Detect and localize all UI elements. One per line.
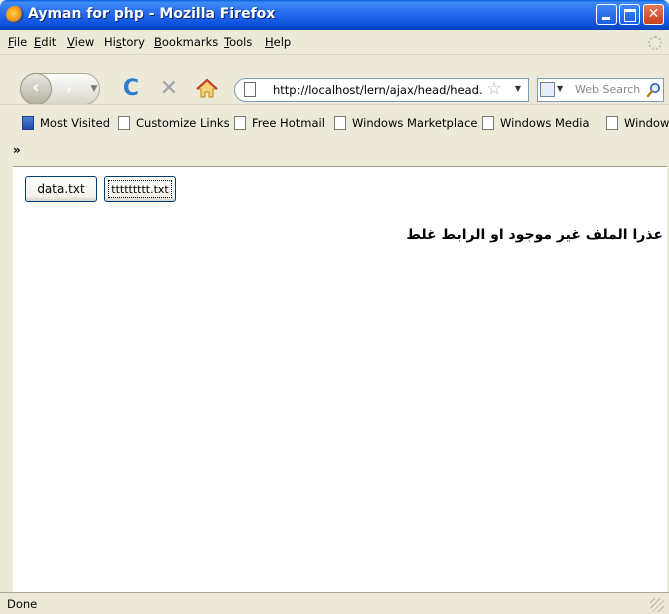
forward-arrow-icon: › [66, 82, 72, 98]
firefox-icon [6, 6, 24, 24]
stop-icon: ✕ [159, 76, 179, 101]
bookmark-free-hotmail[interactable]: Free Hotmail [234, 116, 325, 130]
chevron-down-icon: ▼ [90, 84, 98, 94]
menu-bookmarks[interactable]: Bookmarks [154, 35, 218, 49]
error-message: عذرا الملف غير موجود او الرابط غلط [406, 227, 663, 243]
page-icon [244, 82, 256, 97]
navigation-toolbar: ‹ › ▼ C ✕ http://localhost/lern/ajax/hea… [0, 54, 669, 105]
menu-view[interactable]: View [67, 35, 94, 49]
throbber-icon [648, 36, 662, 50]
reload-button[interactable]: C [120, 77, 142, 101]
home-icon [196, 78, 218, 98]
chevron-down-icon: ▼ [514, 84, 522, 93]
minimize-icon [602, 17, 610, 20]
search-input[interactable]: Web Search [575, 83, 643, 96]
button-label: ttttttttt.txt [111, 183, 169, 196]
bookmarks-toolbar: Most Visited Customize Links Free Hotmai… [0, 104, 669, 141]
close-button[interactable]: ✕ [643, 4, 664, 25]
bookmark-windows-media[interactable]: Windows Media [482, 116, 590, 130]
page-icon [334, 116, 346, 130]
most-visited-icon [22, 116, 34, 130]
url-dropdown-button[interactable]: ▼ [512, 83, 524, 95]
page-icon [118, 116, 130, 130]
resize-grip-icon[interactable] [650, 598, 664, 612]
stop-button[interactable]: ✕ [158, 77, 180, 101]
minimize-button[interactable] [596, 4, 617, 25]
window-title: Ayman for php - Mozilla Firefox [28, 6, 276, 22]
back-button[interactable]: ‹ [20, 73, 52, 105]
menu-edit[interactable]: Edit [34, 35, 56, 49]
bookmark-windows[interactable]: Windows [606, 116, 669, 130]
history-dropdown-button[interactable]: ▼ [88, 83, 100, 95]
page-icon [606, 116, 618, 130]
forward-button[interactable]: › [58, 79, 80, 101]
menu-history[interactable]: History [104, 35, 145, 49]
bookmarks-overflow-button[interactable]: » [13, 143, 21, 157]
search-bar[interactable]: ▼ Web Search [537, 78, 664, 102]
data-txt-button[interactable]: data.txt [25, 176, 97, 202]
menu-help[interactable]: Help [265, 35, 291, 49]
bookmark-star-icon[interactable]: ☆ [484, 79, 504, 99]
reload-icon: C [122, 76, 140, 101]
bookmark-most-visited[interactable]: Most Visited [22, 116, 110, 130]
menu-file[interactable]: File [8, 35, 27, 49]
status-text: Done [7, 597, 38, 611]
magnifier-icon[interactable] [646, 82, 662, 98]
tttttttt-txt-button[interactable]: ttttttttt.txt [104, 176, 176, 202]
browser-window: Ayman for php - Mozilla Firefox ✕ File E… [0, 0, 669, 614]
menu-bar: File Edit View History Bookmarks Tools H… [0, 30, 669, 54]
bookmark-customize-links[interactable]: Customize Links [118, 116, 230, 130]
close-icon: ✕ [647, 6, 660, 22]
maximize-button[interactable] [619, 4, 640, 25]
chevron-down-icon: ▼ [557, 84, 564, 93]
search-engine-icon [540, 82, 555, 97]
maximize-icon [624, 9, 636, 22]
status-bar: Done [0, 592, 669, 614]
page-icon [234, 116, 246, 130]
page-icon [482, 116, 494, 130]
back-arrow-icon: ‹ [32, 77, 40, 98]
menu-tools[interactable]: Tools [224, 35, 252, 49]
title-bar[interactable]: Ayman for php - Mozilla Firefox ✕ [0, 0, 669, 30]
url-text[interactable]: http://localhost/lern/ajax/head/head. [273, 83, 483, 97]
bookmark-windows-marketplace[interactable]: Windows Marketplace [334, 116, 477, 130]
home-button[interactable] [196, 78, 218, 100]
search-engine-selector[interactable]: ▼ [540, 81, 566, 99]
